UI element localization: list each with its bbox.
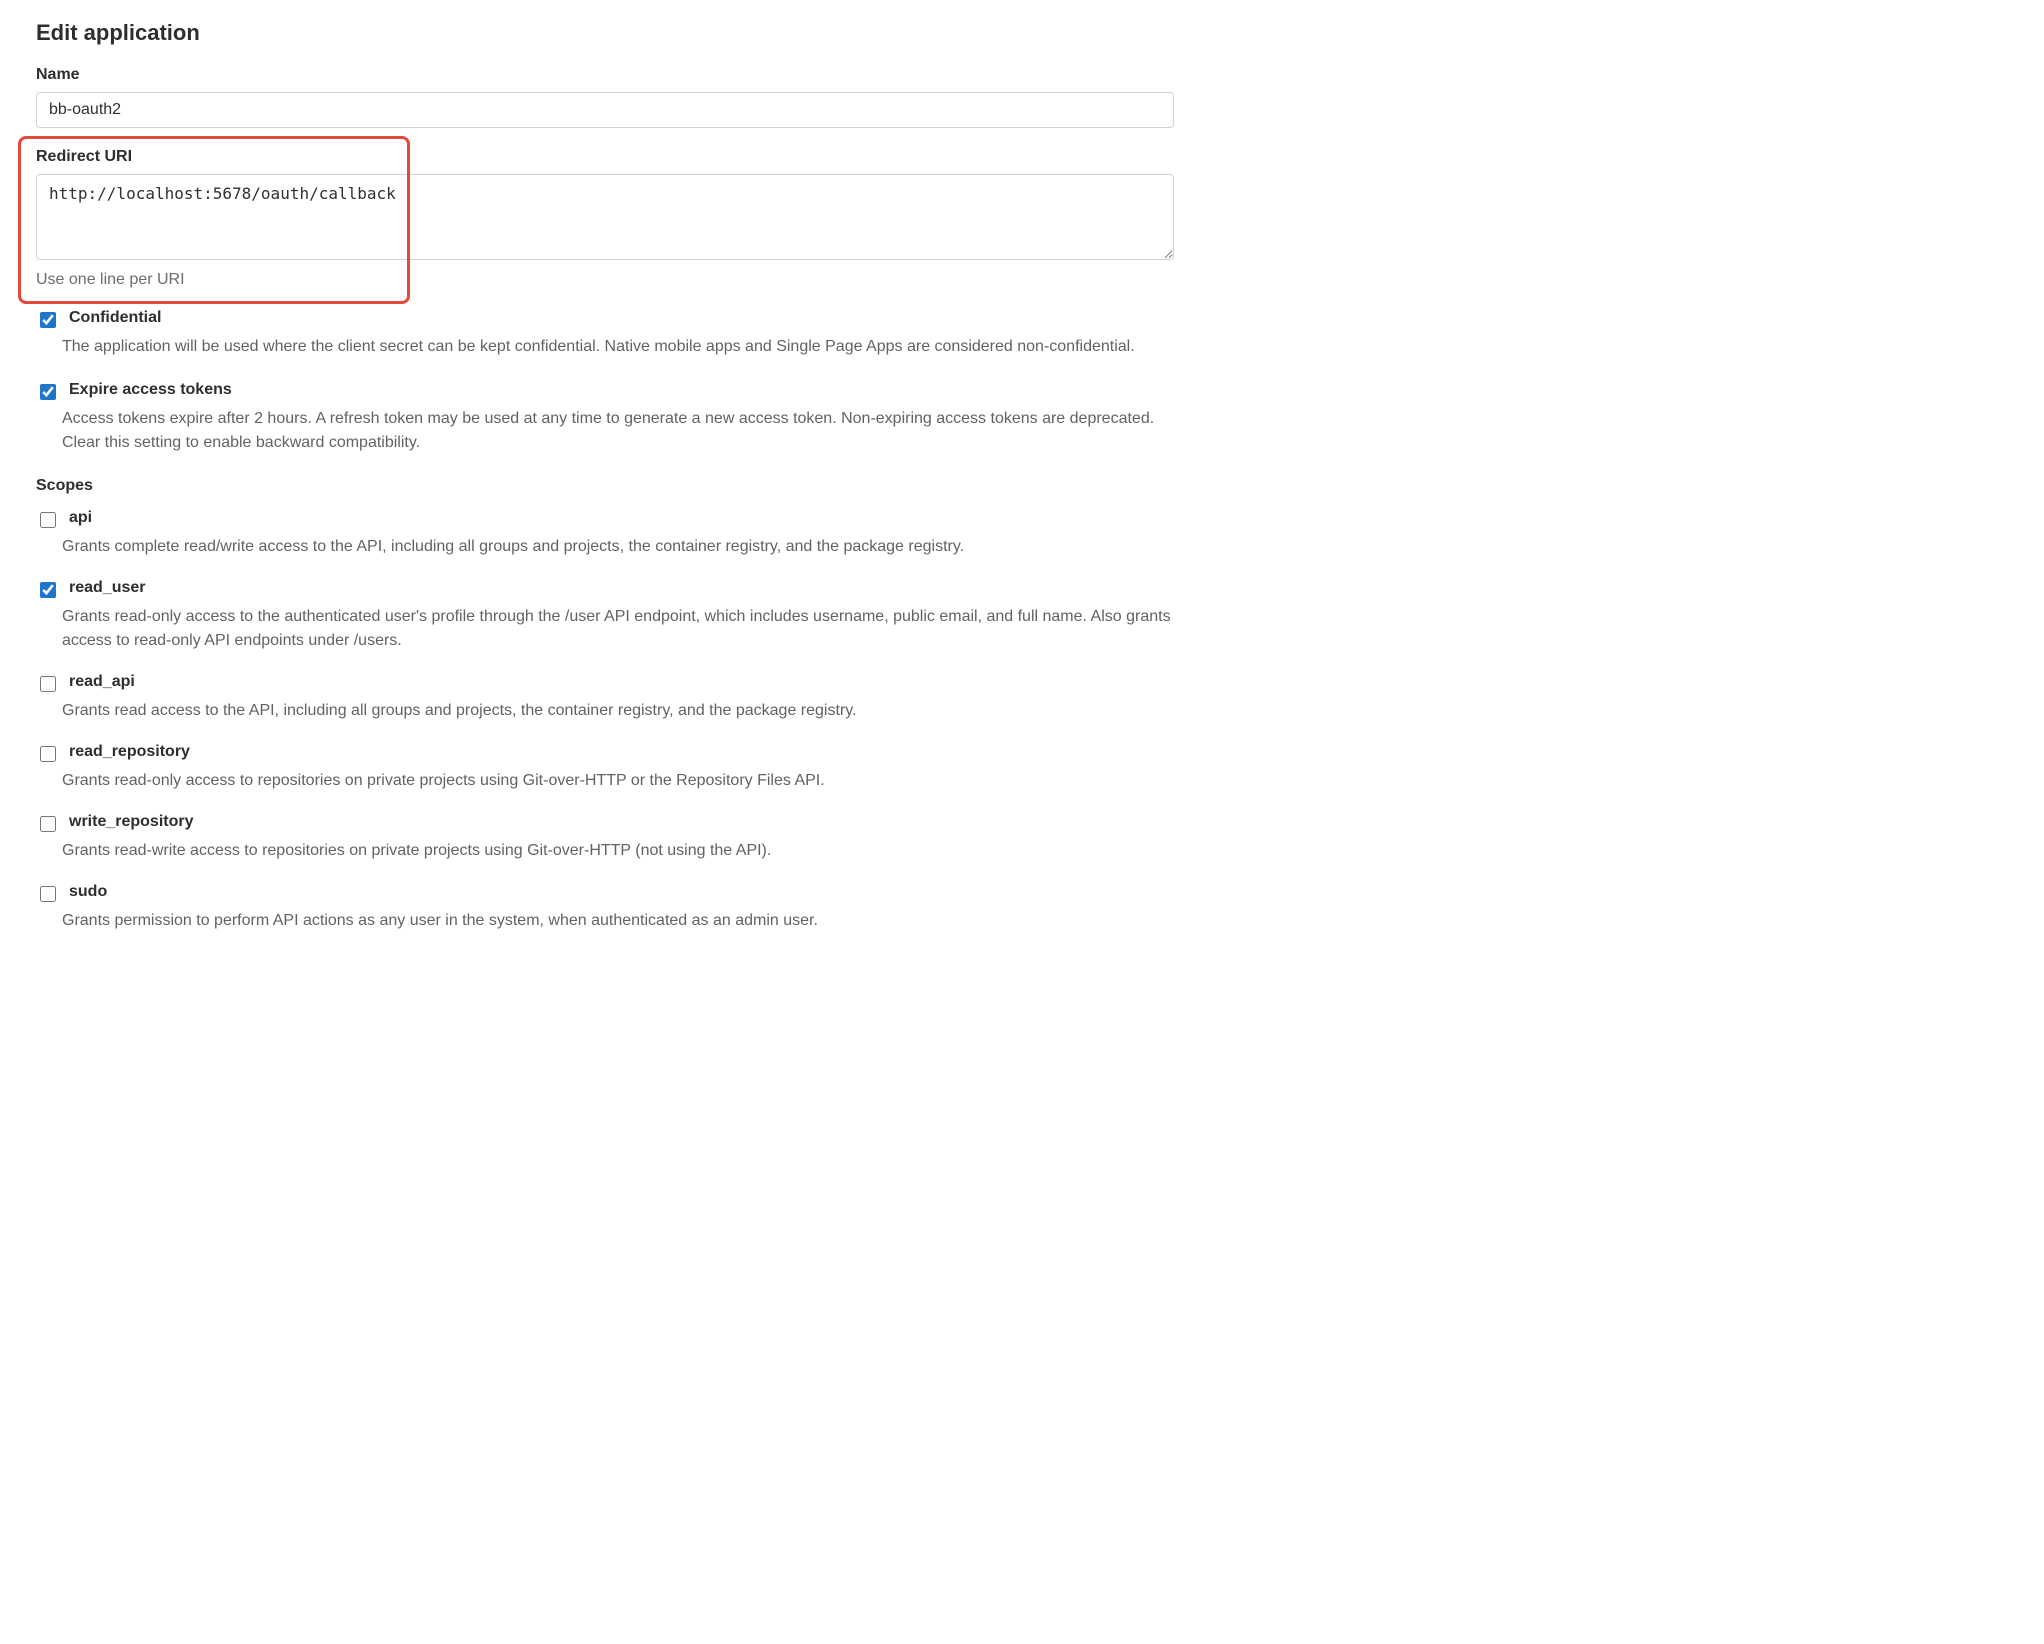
redirect-uri-input[interactable] <box>36 174 1174 260</box>
scope-row: read_api <box>36 673 1174 695</box>
expire-tokens-label: Expire access tokens <box>69 381 232 399</box>
scope-checkbox-read_user[interactable] <box>40 582 56 598</box>
scope-label-read_api: read_api <box>69 673 135 691</box>
scope-checkbox-read_api[interactable] <box>40 676 56 692</box>
redirect-uri-group: Redirect URI Use one line per URI <box>36 148 1174 289</box>
page-title: Edit application <box>36 20 1174 46</box>
scope-desc-read_user: Grants read-only access to the authentic… <box>62 605 1174 653</box>
scope-desc-sudo: Grants permission to perform API actions… <box>62 909 1174 933</box>
scope-checkbox-write_repository[interactable] <box>40 816 56 832</box>
scope-label-write_repository: write_repository <box>69 813 193 831</box>
scope-label-sudo: sudo <box>69 883 107 901</box>
scope-label-read_user: read_user <box>69 579 146 597</box>
confidential-desc: The application will be used where the c… <box>62 335 1174 359</box>
redirect-uri-help: Use one line per URI <box>36 271 1174 289</box>
scope-checkbox-sudo[interactable] <box>40 886 56 902</box>
scope-desc-write_repository: Grants read-write access to repositories… <box>62 839 1174 863</box>
expire-tokens-option: Expire access tokens Access tokens expir… <box>36 381 1174 455</box>
scope-row: api <box>36 509 1174 531</box>
name-group: Name <box>36 66 1174 128</box>
name-label: Name <box>36 66 1174 84</box>
scope-checkbox-api[interactable] <box>40 512 56 528</box>
scope-desc-api: Grants complete read/write access to the… <box>62 535 1174 559</box>
scope-desc-read_api: Grants read access to the API, including… <box>62 699 1174 723</box>
redirect-uri-label: Redirect URI <box>36 148 1174 166</box>
confidential-label: Confidential <box>69 309 161 327</box>
scope-item-api: api Grants complete read/write access to … <box>36 509 1174 559</box>
name-input[interactable] <box>36 92 1174 128</box>
confidential-option: Confidential The application will be use… <box>36 309 1174 359</box>
scope-checkbox-read_repository[interactable] <box>40 746 56 762</box>
scope-item-read_repository: read_repository Grants read-only access t… <box>36 743 1174 793</box>
scopes-heading: Scopes <box>36 477 1174 495</box>
scope-row: read_repository <box>36 743 1174 765</box>
edit-application-form: Edit application Name Redirect URI Use o… <box>0 0 1210 993</box>
scopes-list: api Grants complete read/write access to … <box>36 509 1174 933</box>
scope-label-read_repository: read_repository <box>69 743 190 761</box>
confidential-checkbox[interactable] <box>40 312 56 328</box>
scope-desc-read_repository: Grants read-only access to repositories … <box>62 769 1174 793</box>
scope-row: write_repository <box>36 813 1174 835</box>
scope-row: read_user <box>36 579 1174 601</box>
scope-row: sudo <box>36 883 1174 905</box>
scope-item-sudo: sudo Grants permission to perform API act… <box>36 883 1174 933</box>
scope-item-write_repository: write_repository Grants read-write access… <box>36 813 1174 863</box>
expire-tokens-checkbox[interactable] <box>40 384 56 400</box>
scope-label-api: api <box>69 509 92 527</box>
scope-item-read_user: read_user Grants read-only access to the … <box>36 579 1174 653</box>
scope-item-read_api: read_api Grants read access to the API, i… <box>36 673 1174 723</box>
expire-tokens-desc: Access tokens expire after 2 hours. A re… <box>62 407 1174 455</box>
